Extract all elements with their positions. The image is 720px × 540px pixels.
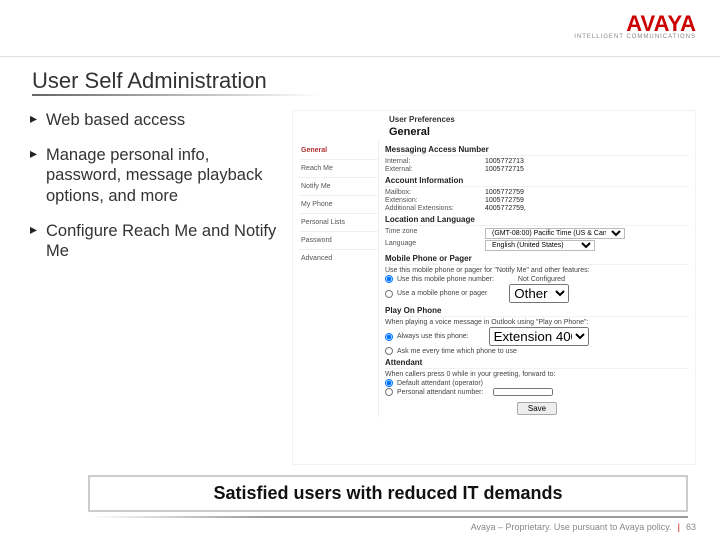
radio-attendant-personal[interactable] bbox=[385, 388, 393, 396]
value-extension: 1005772759 bbox=[485, 197, 524, 204]
label-additional-ext: Additional Extensions: bbox=[385, 205, 485, 212]
nav-item-password[interactable]: Password bbox=[299, 231, 378, 249]
brand-tagline: INTELLIGENT COMMUNICATIONS bbox=[574, 34, 696, 40]
slide-title-text: User Self Administration bbox=[32, 68, 267, 93]
label-play-always: Always use this phone: bbox=[397, 333, 469, 340]
label-extension: Extension: bbox=[385, 197, 485, 204]
label-mobile-number: Use this mobile phone number: bbox=[397, 276, 494, 283]
save-button[interactable]: Save bbox=[517, 402, 557, 415]
app-screenshot: User Preferences General General Reach M… bbox=[292, 110, 696, 465]
brand-logo: AVAYA INTELLIGENT COMMUNICATIONS bbox=[574, 14, 696, 40]
slide-footer: Avaya – Proprietary. Use pursuant to Ava… bbox=[471, 522, 696, 532]
footer-divider: | bbox=[678, 522, 680, 532]
value-internal: 1005772713 bbox=[485, 158, 524, 165]
bullet-item: Web based access bbox=[32, 110, 282, 131]
value-mailbox: 1005772759 bbox=[485, 189, 524, 196]
input-attendant-number[interactable] bbox=[493, 388, 553, 396]
section-account: Account Information bbox=[385, 176, 689, 187]
tagline-text: Satisfied users with reduced IT demands bbox=[213, 483, 562, 503]
bullet-item: Configure Reach Me and Notify Me bbox=[32, 221, 282, 262]
label-language: Language bbox=[385, 240, 485, 251]
breadcrumb: User Preferences bbox=[389, 115, 687, 124]
radio-mobile-other[interactable] bbox=[385, 290, 393, 298]
radio-play-always[interactable] bbox=[385, 333, 393, 341]
slide-title: User Self Administration bbox=[0, 56, 720, 100]
page-heading: General bbox=[389, 126, 687, 138]
tagline-rule bbox=[88, 516, 688, 518]
label-timezone: Time zone bbox=[385, 228, 485, 239]
value-mobile-number: Not Configured bbox=[518, 276, 565, 283]
hint-mobile: Use this mobile phone or pager for "Noti… bbox=[385, 267, 689, 274]
label-mailbox: Mailbox: bbox=[385, 189, 485, 196]
section-messaging-access: Messaging Access Number bbox=[385, 145, 689, 156]
hint-play: When playing a voice message in Outlook … bbox=[385, 319, 689, 326]
value-additional-ext: 4005772759, bbox=[485, 205, 526, 212]
settings-nav: General Reach Me Notify Me My Phone Pers… bbox=[293, 140, 379, 417]
section-attendant: Attendant bbox=[385, 358, 689, 369]
nav-item-general[interactable]: General bbox=[299, 142, 378, 159]
select-play-phone[interactable]: Extension 4005772759 bbox=[489, 327, 589, 346]
radio-attendant-default[interactable] bbox=[385, 379, 393, 387]
radio-mobile-number[interactable] bbox=[385, 275, 393, 283]
hint-attendant: When callers press 0 while in your greet… bbox=[385, 371, 689, 378]
nav-item-notifyme[interactable]: Notify Me bbox=[299, 177, 378, 195]
nav-item-reachme[interactable]: Reach Me bbox=[299, 159, 378, 177]
select-language[interactable]: English (United States) bbox=[485, 240, 595, 251]
label-mobile-other: Use a mobile phone or pager bbox=[397, 290, 487, 297]
nav-item-personal-lists[interactable]: Personal Lists bbox=[299, 213, 378, 231]
bullet-item: Manage personal info, password, message … bbox=[32, 145, 282, 207]
title-underline bbox=[32, 94, 320, 96]
footer-page: 63 bbox=[686, 522, 696, 532]
section-play: Play On Phone bbox=[385, 306, 689, 317]
radio-play-ask[interactable] bbox=[385, 347, 393, 355]
label-internal: Internal: bbox=[385, 158, 485, 165]
value-external: 1005772715 bbox=[485, 166, 524, 173]
section-location: Location and Language bbox=[385, 215, 689, 226]
nav-item-advanced[interactable]: Advanced bbox=[299, 249, 378, 267]
brand-name: AVAYA bbox=[574, 14, 696, 34]
label-play-ask: Ask me every time which phone to use bbox=[397, 348, 517, 355]
select-timezone[interactable]: (GMT-08:00) Pacific Time (US & Canada); … bbox=[485, 228, 625, 239]
nav-item-myphone[interactable]: My Phone bbox=[299, 195, 378, 213]
tagline-box: Satisfied users with reduced IT demands bbox=[88, 475, 688, 512]
bullet-list: Web based access Manage personal info, p… bbox=[32, 110, 292, 465]
section-mobile: Mobile Phone or Pager bbox=[385, 254, 689, 265]
label-external: External: bbox=[385, 166, 485, 173]
label-attendant-personal: Personal attendant number: bbox=[397, 389, 483, 396]
footer-text: Avaya – Proprietary. Use pursuant to Ava… bbox=[471, 522, 672, 532]
label-attendant-default: Default attendant (operator) bbox=[397, 380, 483, 387]
select-mobile-other[interactable]: Other bbox=[509, 284, 569, 303]
